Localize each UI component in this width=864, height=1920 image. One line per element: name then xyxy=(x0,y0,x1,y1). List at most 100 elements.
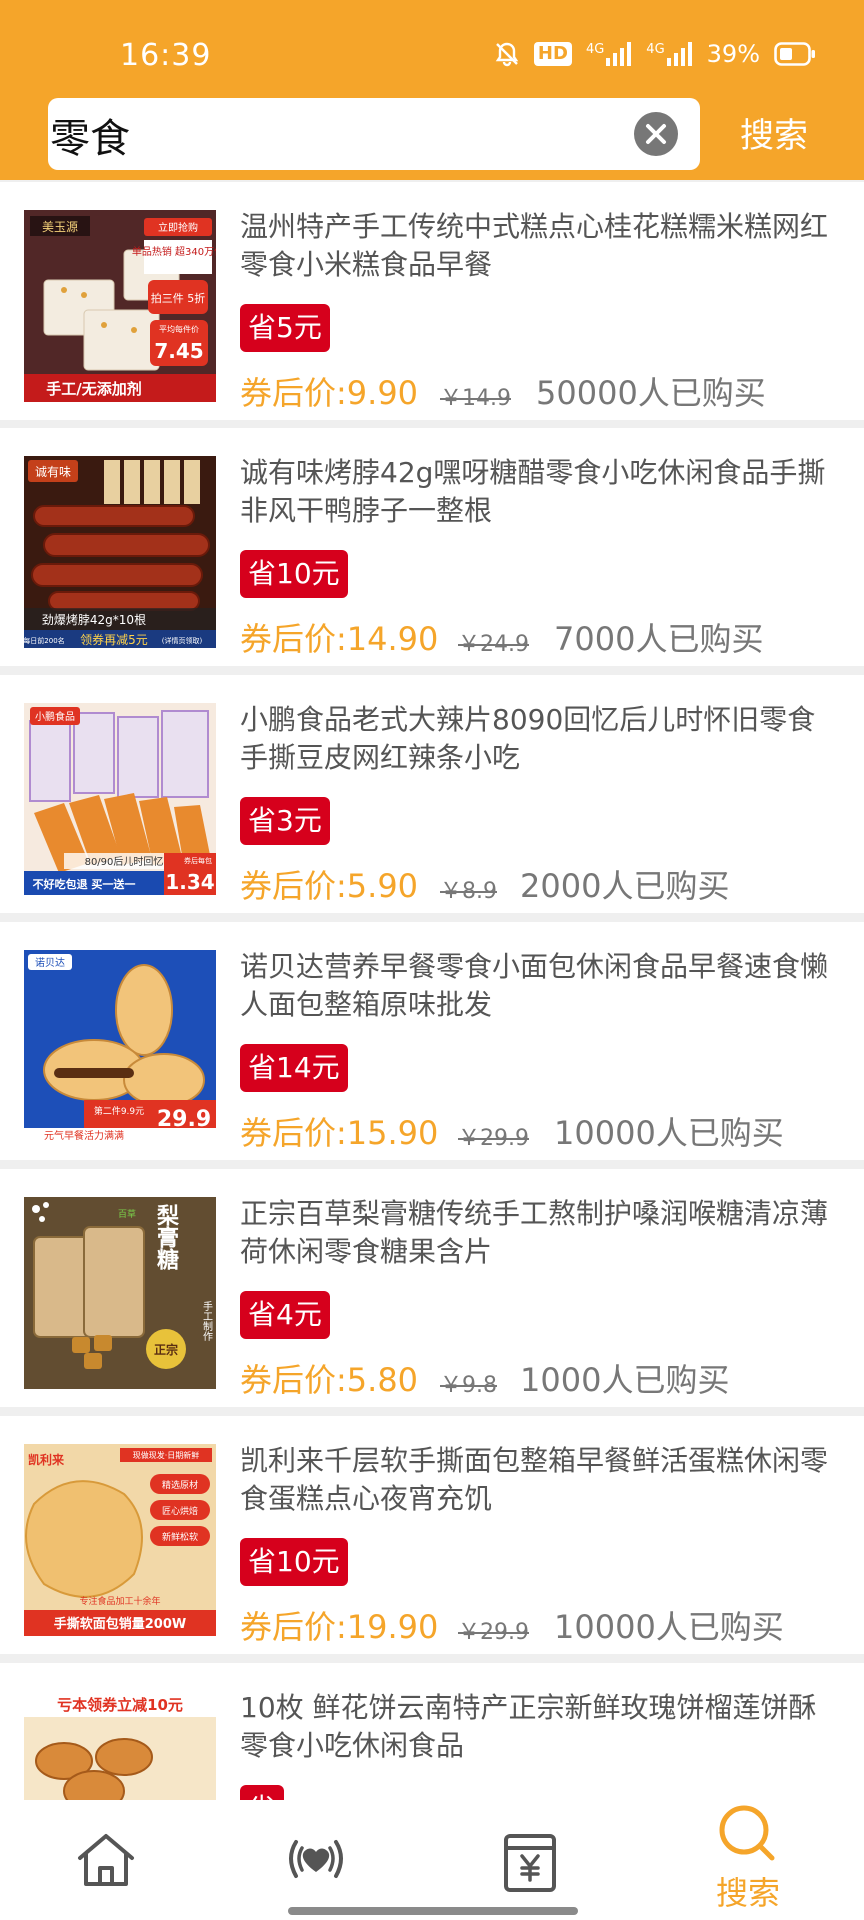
product-item[interactable]: 凯利来 现做现发·日期新鲜 精选原材 匠心烘焙 新鲜松软 专注食品加工十余年 手… xyxy=(0,1416,864,1654)
thumb-text: 单品热销 超340万件 xyxy=(132,245,216,258)
nav-search-label: 搜索 xyxy=(715,1874,780,1912)
thumb-text: 7.45 xyxy=(154,339,203,363)
status-time: 16:39 xyxy=(120,38,212,73)
product-title[interactable]: 小鹏食品老式大辣片8090回忆后儿时怀旧零食手撕豆皮网红辣条小吃 xyxy=(240,701,840,777)
thumb-text: 第二件9.9元 xyxy=(94,1105,144,1117)
save-badge: 省10元 xyxy=(240,550,348,598)
product-item[interactable]: 小鹏食品 80/90后儿时回忆 不好吃包退 买一送一 券后每包 1.34 小鹏食… xyxy=(0,675,864,913)
coupon-yen-icon xyxy=(504,1834,556,1892)
original-price: ￥14.9 xyxy=(440,386,511,411)
thumb-text: 立即抢购 xyxy=(158,221,198,234)
original-price: ￥9.8 xyxy=(440,1373,497,1398)
product-image[interactable]: 凯利来 现做现发·日期新鲜 精选原材 匠心烘焙 新鲜松软 专注食品加工十余年 手… xyxy=(24,1444,216,1636)
nav-live[interactable] xyxy=(256,1800,376,1920)
product-title[interactable]: 凯利来千层软手撕面包整箱早餐鲜活蛋糕休闲零食蛋糕点心夜宵充饥 xyxy=(240,1442,840,1518)
live-heart-icon xyxy=(289,1840,343,1878)
product-item[interactable]: 诚有味 劲爆烤脖42g*10根 每日前200名 领券再减5元 (详情页领取) 诚… xyxy=(0,428,864,666)
thumb-text: 匠心烘焙 xyxy=(162,1505,198,1517)
thumb-text: 亏本领券立减10元 xyxy=(57,1696,183,1714)
coupon-price: 券后价:15.90 xyxy=(240,1114,439,1152)
original-price: ￥29.9 xyxy=(458,1126,529,1151)
search-query[interactable]: 零食 xyxy=(50,106,130,164)
thumb-brand: 诚有味 xyxy=(35,465,71,479)
product-image[interactable]: 百草 梨膏糖 正宗 手工制作 xyxy=(24,1197,216,1389)
thumb-text: 不好吃包退 买一送一 xyxy=(33,877,136,891)
save-badge: 省14元 xyxy=(240,1044,348,1092)
original-price: ￥24.9 xyxy=(458,632,529,657)
sold-count: 2000人已购买 xyxy=(520,867,730,905)
product-image[interactable]: 诺贝达 第二件9.9元 29.9 元气早餐活力满满 xyxy=(24,950,216,1142)
save-badge: 省5元 xyxy=(240,304,330,352)
sold-count: 7000人已购买 xyxy=(554,620,764,658)
thumb-brand: 美玉源 xyxy=(42,220,78,234)
original-price: ￥29.9 xyxy=(458,1620,529,1645)
nav-coupon[interactable] xyxy=(470,1800,590,1920)
product-title[interactable]: 温州特产手工传统中式糕点心桂花糕糯米糕网红零食小米糕食品早餐 xyxy=(240,208,840,284)
coupon-price: 券后价:14.90 xyxy=(240,620,439,658)
product-item[interactable]: 立即抢购 单品热销 超340万件 拍三件 5折 平均每件价 7.45 美玉源 手… xyxy=(0,182,864,420)
thumb-text: 领券再减5元 xyxy=(80,632,148,647)
signal-icon: 4G xyxy=(586,42,632,66)
thumb-text: 1.34 xyxy=(165,870,214,894)
sold-count: 50000人已购买 xyxy=(536,374,766,412)
home-icon xyxy=(78,1834,134,1886)
product-image[interactable]: 亏本领券立减10元 xyxy=(24,1691,216,1800)
original-price: ￥8.9 xyxy=(440,879,497,904)
thumb-text: 专注食品加工十余年 xyxy=(79,1595,160,1607)
thumb-brand: 凯利来 xyxy=(28,1452,65,1467)
thumb-text: 平均每件价 xyxy=(159,324,199,334)
nav-home[interactable] xyxy=(46,1800,166,1920)
thumb-text: 梨膏糖 xyxy=(153,1204,179,1271)
thumb-text: 精选原材 xyxy=(162,1479,198,1491)
battery-icon xyxy=(774,42,816,66)
mute-icon xyxy=(494,41,520,67)
search-input[interactable]: 零食 xyxy=(48,98,700,170)
top-bar: 16:39 HD 4G 4G 39% 零食 搜索 xyxy=(0,0,864,180)
save-badge: 省3元 xyxy=(240,797,330,845)
sold-count: 10000人已购买 xyxy=(554,1114,784,1152)
thumb-text: 现做现发·日期新鲜 xyxy=(133,1450,200,1460)
product-image[interactable]: 立即抢购 单品热销 超340万件 拍三件 5折 平均每件价 7.45 美玉源 手… xyxy=(24,210,216,402)
home-indicator[interactable] xyxy=(288,1907,578,1915)
product-title[interactable]: 正宗百草梨膏糖传统手工熬制护嗓润喉糖清凉薄荷休闲零食糖果含片 xyxy=(240,1195,840,1271)
thumb-text: 正宗 xyxy=(154,1342,178,1357)
product-item[interactable]: 百草 梨膏糖 正宗 手工制作 正宗百草梨膏糖传统手工熬制护嗓润喉糖清凉薄荷休闲零… xyxy=(0,1169,864,1407)
hd-icon: HD xyxy=(533,42,572,66)
search-button[interactable]: 搜索 xyxy=(740,108,808,157)
thumb-brand: 小鹏食品 xyxy=(35,710,75,723)
save-badge: 省 xyxy=(240,1785,285,1800)
sold-count: 1000人已购买 xyxy=(520,1361,730,1399)
search-icon xyxy=(719,1805,775,1861)
sold-count: 10000人已购买 xyxy=(554,1608,784,1646)
product-title[interactable]: 10枚 鲜花饼云南特产正宗新鲜玫瑰饼榴莲饼酥零食小吃休闲食品 xyxy=(240,1689,840,1765)
thumb-text: 百草 xyxy=(118,1208,136,1220)
nav-search[interactable]: 搜索 xyxy=(688,1800,808,1920)
clear-search-button[interactable] xyxy=(634,112,678,156)
battery-percent: 39% xyxy=(706,40,760,68)
signal-icon: 4G xyxy=(646,42,692,66)
thumb-text: 每日前200名 xyxy=(24,636,65,645)
thumb-text: 手工/无添加剂 xyxy=(46,380,141,398)
thumb-text: 手工制作 xyxy=(201,1300,213,1341)
thumb-text: 手撕软面包销量200W xyxy=(54,1616,186,1632)
save-badge: 省10元 xyxy=(240,1538,348,1586)
status-icons: HD 4G 4G 39% xyxy=(494,40,816,68)
product-item[interactable]: 亏本领券立减10元 10枚 鲜花饼云南特产正宗新鲜玫瑰饼榴莲饼酥零食小吃休闲食品… xyxy=(0,1663,864,1800)
coupon-price: 券后价:9.90 xyxy=(240,374,419,412)
product-list[interactable]: 立即抢购 单品热销 超340万件 拍三件 5折 平均每件价 7.45 美玉源 手… xyxy=(0,182,864,1800)
thumb-text: 拍三件 5折 xyxy=(151,291,206,305)
product-image[interactable]: 小鹏食品 80/90后儿时回忆 不好吃包退 买一送一 券后每包 1.34 xyxy=(24,703,216,895)
thumb-brand: 诺贝达 xyxy=(35,957,65,969)
bottom-nav: 搜索 xyxy=(0,1800,864,1920)
product-image[interactable]: 诚有味 劲爆烤脖42g*10根 每日前200名 领券再减5元 (详情页领取) xyxy=(24,456,216,648)
thumb-text: 新鲜松软 xyxy=(162,1531,198,1543)
product-item[interactable]: 诺贝达 第二件9.9元 29.9 元气早餐活力满满 诺贝达营养早餐零食小面包休闲… xyxy=(0,922,864,1160)
coupon-price: 券后价:5.80 xyxy=(240,1361,419,1399)
product-title[interactable]: 诚有味烤脖42g嘿呀糖醋零食小吃休闲食品手撕非风干鸭脖子一整根 xyxy=(240,454,840,530)
thumb-text: 劲爆烤脖42g*10根 xyxy=(42,612,146,627)
thumb-text: 80/90后儿时回忆 xyxy=(85,855,164,868)
coupon-price: 券后价:5.90 xyxy=(240,867,419,905)
thumb-text: 券后每包 xyxy=(184,856,212,865)
coupon-price: 券后价:19.90 xyxy=(240,1608,439,1646)
product-title[interactable]: 诺贝达营养早餐零食小面包休闲食品早餐速食懒人面包整箱原味批发 xyxy=(240,948,840,1024)
